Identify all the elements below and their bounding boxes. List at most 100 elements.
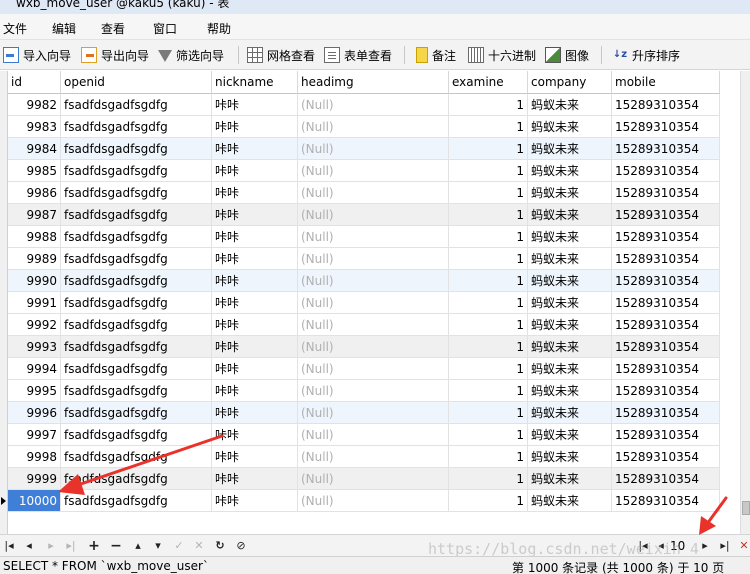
cell-openid[interactable]: fsadfdsgadfsgdfg — [61, 116, 212, 138]
cell-headimg[interactable]: (Null) — [298, 424, 449, 446]
cell-examine[interactable]: 1 — [449, 182, 528, 204]
cell-examine[interactable]: 1 — [449, 94, 528, 116]
sort-ascending-button[interactable]: ↓z 升序排序 — [612, 46, 680, 64]
cell-openid[interactable]: fsadfdsgadfsgdfg — [61, 314, 212, 336]
cell-id[interactable]: 9984 — [8, 138, 61, 160]
column-header-headimg[interactable]: headimg — [298, 71, 449, 94]
page-next-icon[interactable]: ▸ — [698, 539, 712, 553]
cell-mobile[interactable]: 15289310354 — [612, 116, 720, 138]
cell-openid[interactable]: fsadfdsgadfsgdfg — [61, 490, 212, 512]
cell-examine[interactable]: 1 — [449, 446, 528, 468]
cell-examine[interactable]: 1 — [449, 380, 528, 402]
column-header-id[interactable]: id — [8, 71, 61, 94]
cell-examine[interactable]: 1 — [449, 358, 528, 380]
table-row[interactable]: 9988 fsadfdsgadfsgdfg 咔咔 (Null) 1 蚂蚁未来 1528931… — [8, 226, 720, 248]
cell-examine[interactable]: 1 — [449, 160, 528, 182]
table-row[interactable]: 9995 fsadfdsgadfsgdfg 咔咔 (Null) 1 蚂蚁未来 1528931… — [8, 380, 720, 402]
cell-mobile[interactable]: 15289310354 — [612, 446, 720, 468]
cell-headimg[interactable]: (Null) — [298, 468, 449, 490]
page-last-icon[interactable]: ▸| — [718, 539, 732, 553]
table-row[interactable]: 9991 fsadfdsgadfsgdfg 咔咔 (Null) 1 蚂蚁未来 1528931… — [8, 292, 720, 314]
table-row[interactable]: 9996 fsadfdsgadfsgdfg 咔咔 (Null) 1 蚂蚁未来 1528931… — [8, 402, 720, 424]
cell-openid[interactable]: fsadfdsgadfsgdfg — [61, 402, 212, 424]
cell-company[interactable]: 蚂蚁未来 — [528, 314, 612, 336]
column-header-mobile[interactable]: mobile — [612, 71, 720, 94]
column-header-openid[interactable]: openid — [61, 71, 212, 94]
cell-openid[interactable]: fsadfdsgadfsgdfg — [61, 424, 212, 446]
next-icon[interactable]: ▸ — [44, 539, 58, 553]
column-header-nickname[interactable]: nickname — [212, 71, 298, 94]
cell-company[interactable]: 蚂蚁未来 — [528, 116, 612, 138]
cell-company[interactable]: 蚂蚁未来 — [528, 182, 612, 204]
column-header-company[interactable]: company — [528, 71, 612, 94]
cell-id[interactable]: 9999 — [8, 468, 61, 490]
cell-company[interactable]: 蚂蚁未来 — [528, 468, 612, 490]
delete-icon[interactable]: − — [109, 539, 123, 553]
cell-openid[interactable]: fsadfdsgadfsgdfg — [61, 204, 212, 226]
cell-nickname[interactable]: 咔咔 — [212, 380, 298, 402]
cell-headimg[interactable]: (Null) — [298, 138, 449, 160]
cell-nickname[interactable]: 咔咔 — [212, 226, 298, 248]
data-grid[interactable]: id openid nickname headimg examine compa… — [0, 71, 740, 534]
cell-mobile[interactable]: 15289310354 — [612, 490, 720, 512]
cell-company[interactable]: 蚂蚁未来 — [528, 446, 612, 468]
table-row[interactable]: 9999 fsadfdsgadfsgdfg 咔咔 (Null) 1 蚂蚁未来 1528931… — [8, 468, 720, 490]
cell-id[interactable]: 9985 — [8, 160, 61, 182]
cell-openid[interactable]: fsadfdsgadfsgdfg — [61, 446, 212, 468]
cell-nickname[interactable]: 咔咔 — [212, 314, 298, 336]
table-row[interactable]: 9986 fsadfdsgadfsgdfg 咔咔 (Null) 1 蚂蚁未来 1528931… — [8, 182, 720, 204]
table-row[interactable]: 9983 fsadfdsgadfsgdfg 咔咔 (Null) 1 蚂蚁未来 1528931… — [8, 116, 720, 138]
cell-id[interactable]: 9986 — [8, 182, 61, 204]
cell-company[interactable]: 蚂蚁未来 — [528, 160, 612, 182]
cell-headimg[interactable]: (Null) — [298, 490, 449, 512]
cell-headimg[interactable]: (Null) — [298, 226, 449, 248]
cell-company[interactable]: 蚂蚁未来 — [528, 292, 612, 314]
table-row[interactable]: 9997 fsadfdsgadfsgdfg 咔咔 (Null) 1 蚂蚁未来 1528931… — [8, 424, 720, 446]
cell-mobile[interactable]: 15289310354 — [612, 160, 720, 182]
close-icon[interactable]: ✕ — [737, 539, 750, 553]
cell-openid[interactable]: fsadfdsgadfsgdfg — [61, 270, 212, 292]
cell-mobile[interactable]: 15289310354 — [612, 380, 720, 402]
menu-view[interactable]: 查看 — [101, 20, 125, 37]
table-row[interactable]: 9985 fsadfdsgadfsgdfg 咔咔 (Null) 1 蚂蚁未来 1528931… — [8, 160, 720, 182]
cell-headimg[interactable]: (Null) — [298, 380, 449, 402]
cell-company[interactable]: 蚂蚁未来 — [528, 226, 612, 248]
cell-headimg[interactable]: (Null) — [298, 402, 449, 424]
memo-button[interactable]: 备注 — [416, 46, 456, 64]
cell-company[interactable]: 蚂蚁未来 — [528, 336, 612, 358]
cell-examine[interactable]: 1 — [449, 402, 528, 424]
prev-icon[interactable]: ◂ — [22, 539, 36, 553]
cell-nickname[interactable]: 咔咔 — [212, 182, 298, 204]
cell-examine[interactable]: 1 — [449, 226, 528, 248]
cell-id[interactable]: 9988 — [8, 226, 61, 248]
cell-headimg[interactable]: (Null) — [298, 336, 449, 358]
cell-id[interactable]: 9996 — [8, 402, 61, 424]
vertical-scrollbar[interactable] — [740, 71, 750, 534]
cell-id[interactable]: 9998 — [8, 446, 61, 468]
export-wizard-button[interactable]: 导出向导 — [81, 46, 149, 64]
cell-mobile[interactable]: 15289310354 — [612, 424, 720, 446]
cell-id[interactable]: 9987 — [8, 204, 61, 226]
table-row[interactable]: 9989 fsadfdsgadfsgdfg 咔咔 (Null) 1 蚂蚁未来 1528931… — [8, 248, 720, 270]
cell-mobile[interactable]: 15289310354 — [612, 226, 720, 248]
cell-id[interactable]: 9994 — [8, 358, 61, 380]
cell-mobile[interactable]: 15289310354 — [612, 204, 720, 226]
cell-id[interactable]: 9995 — [8, 380, 61, 402]
table-row[interactable]: 9982 fsadfdsgadfsgdfg 咔咔 (Null) 1 蚂蚁未来 1528931… — [8, 94, 720, 116]
check-icon[interactable]: ✓ — [172, 539, 186, 553]
import-wizard-button[interactable]: 导入向导 — [3, 46, 71, 64]
cell-examine[interactable]: 1 — [449, 336, 528, 358]
cell-examine[interactable]: 1 — [449, 314, 528, 336]
cell-headimg[interactable]: (Null) — [298, 292, 449, 314]
cell-openid[interactable]: fsadfdsgadfsgdfg — [61, 248, 212, 270]
cell-company[interactable]: 蚂蚁未来 — [528, 358, 612, 380]
cell-nickname[interactable]: 咔咔 — [212, 94, 298, 116]
cell-nickname[interactable]: 咔咔 — [212, 204, 298, 226]
cell-nickname[interactable]: 咔咔 — [212, 468, 298, 490]
cell-nickname[interactable]: 咔咔 — [212, 138, 298, 160]
down-icon[interactable]: ▾ — [151, 539, 165, 553]
cell-id[interactable]: 10000 — [8, 490, 61, 512]
cell-id[interactable]: 9997 — [8, 424, 61, 446]
cell-company[interactable]: 蚂蚁未来 — [528, 204, 612, 226]
cell-mobile[interactable]: 15289310354 — [612, 182, 720, 204]
